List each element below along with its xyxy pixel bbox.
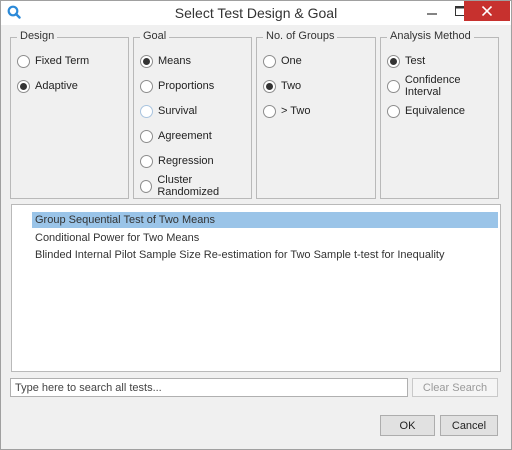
goal-group-title: Goal: [140, 30, 170, 42]
list-item[interactable]: Conditional Power for Two Means: [32, 230, 199, 246]
radio-circle: [140, 154, 153, 168]
radio-one[interactable]: One: [263, 53, 302, 69]
radio-label: One: [281, 55, 302, 67]
cancel-button[interactable]: Cancel: [440, 415, 498, 436]
radio-fixed-term[interactable]: Fixed Term: [17, 53, 89, 69]
radio-confidence-interval[interactable]: Confidence Interval: [387, 74, 498, 98]
radio-means[interactable]: Means: [140, 53, 191, 69]
title-bar[interactable]: Select Test Design & Goal: [1, 1, 511, 25]
groups-group-title: No. of Groups: [263, 30, 338, 42]
radio-label: Equivalence: [405, 105, 465, 117]
minimize-icon: [427, 13, 437, 15]
radio-circle: [140, 79, 153, 93]
list-item-selected[interactable]: Group Sequential Test of Two Means: [32, 212, 498, 228]
design-group-title: Design: [17, 30, 58, 42]
radio-label: Adaptive: [35, 80, 78, 92]
radio-label: Regression: [158, 155, 214, 167]
search-input[interactable]: [10, 378, 408, 397]
radio-equivalence[interactable]: Equivalence: [387, 103, 465, 119]
radio-circle: [140, 179, 153, 193]
test-listbox[interactable]: Group Sequential Test of Two Means Condi…: [11, 204, 501, 372]
radio-label: Cluster Randomized: [157, 174, 220, 198]
radio-circle: [263, 79, 276, 93]
radio-adaptive[interactable]: Adaptive: [17, 78, 78, 94]
radio-circle: [17, 79, 30, 93]
groups-group: No. of Groups One Two > Two: [256, 30, 376, 199]
radio-circle: [387, 79, 400, 93]
goal-group: Goal Means Proportions Survival Agreemen…: [133, 30, 252, 199]
radio-label: Agreement: [158, 130, 212, 142]
radio-agreement[interactable]: Agreement: [140, 128, 212, 144]
radio-label: Proportions: [158, 80, 215, 92]
radio-circle: [17, 54, 30, 68]
radio-label: Two: [281, 80, 302, 92]
radio-label: Means: [158, 55, 192, 67]
ok-button[interactable]: OK: [380, 415, 435, 436]
radio-circle: [263, 54, 276, 68]
analysis-group: Analysis Method Test Confidence Interval…: [380, 30, 499, 199]
radio-circle: [140, 54, 153, 68]
design-group: Design Fixed Term Adaptive: [10, 30, 129, 199]
radio-label: Survival: [158, 105, 198, 117]
radio-label: Confidence Interval: [404, 74, 461, 98]
radio-label: > Two: [281, 105, 311, 117]
radio-circle: [263, 104, 276, 118]
radio-circle: [140, 104, 153, 118]
dialog-window: Select Test Design & Goal Design Fixed T…: [0, 0, 512, 450]
radio-circle: [140, 129, 153, 143]
radio-circle: [387, 104, 400, 118]
radio-two[interactable]: Two: [263, 78, 301, 94]
clear-search-button[interactable]: Clear Search: [412, 378, 498, 397]
close-icon: [482, 6, 492, 16]
radio-circle: [387, 54, 400, 68]
radio-regression[interactable]: Regression: [140, 153, 214, 169]
radio-more-than-two[interactable]: > Two: [263, 103, 310, 119]
radio-survival[interactable]: Survival: [140, 103, 197, 119]
list-item[interactable]: Blinded Internal Pilot Sample Size Re-es…: [32, 247, 444, 263]
analysis-group-title: Analysis Method: [387, 30, 474, 42]
radio-cluster-randomized[interactable]: Cluster Randomized: [140, 174, 251, 198]
radio-test[interactable]: Test: [387, 53, 425, 69]
radio-label: Fixed Term: [35, 55, 90, 67]
radio-proportions[interactable]: Proportions: [140, 78, 214, 94]
close-button[interactable]: [464, 1, 510, 21]
radio-label: Test: [405, 55, 426, 67]
minimize-button[interactable]: [419, 1, 445, 21]
